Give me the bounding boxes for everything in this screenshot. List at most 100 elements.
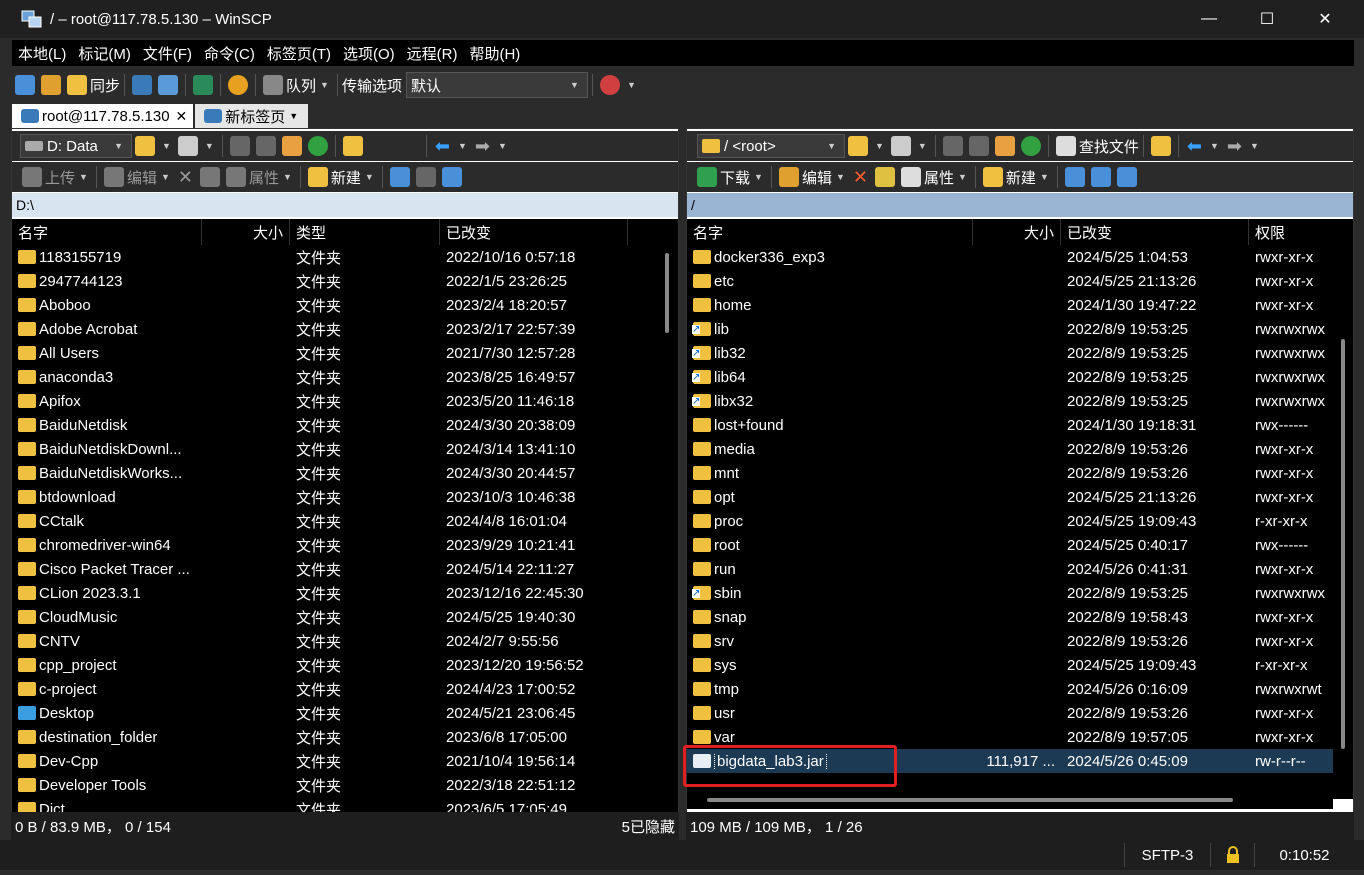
download-icon[interactable] (697, 167, 717, 187)
parent-dir-icon[interactable] (229, 136, 250, 156)
chevron-down-icon[interactable]: ▼ (161, 172, 170, 182)
sync-icon[interactable] (67, 75, 87, 95)
rename-icon[interactable] (199, 167, 220, 187)
list-item[interactable]: srv 2022/8/9 19:53:26 rwxr-xr-x (687, 629, 1333, 653)
col-type[interactable]: 类型 (290, 219, 440, 245)
root-dir-icon[interactable] (255, 136, 276, 156)
parent-dir-icon[interactable] (942, 136, 963, 156)
chevron-down-icon[interactable]: ▼ (958, 172, 967, 182)
home-icon[interactable] (994, 136, 1015, 156)
local-path-bar[interactable]: D:\ (12, 193, 678, 217)
list-item[interactable]: Desktop 文件夹 2024/5/21 23:06:45 (12, 701, 678, 725)
list-item[interactable]: tmp 2024/5/26 0:16:09 rwxrwxrwt (687, 677, 1333, 701)
chevron-down-icon[interactable]: ▼ (365, 172, 374, 182)
new-folder-icon[interactable] (307, 167, 328, 187)
filter-icon[interactable] (890, 136, 911, 156)
chevron-down-icon[interactable]: ▼ (498, 141, 507, 151)
terminal-icon[interactable] (132, 75, 153, 95)
list-item[interactable]: CNTV 文件夹 2024/2/7 9:55:56 (12, 629, 678, 653)
list-item[interactable]: chromedriver-win64 文件夹 2023/9/29 10:21:41 (12, 533, 678, 557)
chevron-down-icon[interactable]: ▼ (320, 80, 329, 90)
chevron-down-icon[interactable]: ▼ (289, 111, 298, 121)
chevron-down-icon[interactable]: ▼ (1210, 141, 1219, 151)
hscroll-thumb[interactable] (707, 798, 1233, 802)
close-button[interactable]: ✕ (1296, 0, 1354, 38)
chevron-down-icon[interactable]: ▼ (836, 172, 845, 182)
list-item[interactable]: CLion 2023.3.1 文件夹 2023/12/16 22:45:30 (12, 581, 678, 605)
download-button[interactable]: 下载 (720, 164, 750, 190)
edit-button[interactable]: 编辑 (127, 164, 157, 190)
forward-icon[interactable]: ➡ (1227, 136, 1242, 157)
putty-icon[interactable] (158, 75, 179, 95)
list-item[interactable]: sys 2024/5/25 19:09:43 r-xr-xr-x (687, 653, 1333, 677)
filter-icon[interactable] (177, 136, 198, 156)
sync-browse-icon[interactable] (41, 75, 61, 95)
col-rights[interactable]: 权限 (1249, 219, 1333, 245)
scroll-thumb[interactable] (665, 253, 669, 333)
chevron-down-icon[interactable]: ▼ (283, 172, 292, 182)
home-icon[interactable] (281, 136, 302, 156)
refresh-icon[interactable] (307, 136, 328, 156)
delete-icon[interactable]: ✕ (178, 167, 193, 188)
edit-button[interactable]: 编辑 (802, 164, 832, 190)
new-button[interactable]: 新建 (331, 164, 361, 190)
upload-button[interactable]: 上传 (45, 164, 75, 190)
scroll-thumb[interactable] (1341, 339, 1345, 749)
list-item[interactable]: etc 2024/5/25 21:13:26 rwxr-xr-x (687, 269, 1333, 293)
list-item[interactable]: run 2024/5/26 0:41:31 rwxr-xr-x (687, 557, 1333, 581)
list-item[interactable]: lib32 2022/8/9 19:53:25 rwxrwxrwx (687, 341, 1333, 365)
queue-button[interactable]: 队列 (286, 72, 316, 98)
menu-local[interactable]: 本地(L) (12, 43, 72, 64)
chevron-down-icon[interactable]: ▼ (1040, 172, 1049, 182)
chevron-down-icon[interactable]: ▼ (875, 141, 884, 151)
remote-path-bar[interactable]: / (687, 193, 1353, 217)
menu-tabs[interactable]: 标签页(T) (261, 43, 337, 64)
list-item[interactable]: destination_folder 文件夹 2023/6/8 17:05:00 (12, 725, 678, 749)
back-icon[interactable]: ⬅ (1187, 136, 1202, 157)
col-changed[interactable]: 已改变 (1061, 219, 1249, 245)
menu-command[interactable]: 命令(C) (198, 43, 261, 64)
transfer-settings-dropdown[interactable]: 默认 ▼ (405, 72, 588, 98)
new-button[interactable]: 新建 (1006, 164, 1036, 190)
list-item[interactable]: cpp_project 文件夹 2023/12/20 19:56:52 (12, 653, 678, 677)
menu-help[interactable]: 帮助(H) (463, 43, 526, 64)
remote-vscrollbar[interactable] (1333, 219, 1353, 799)
list-item[interactable]: proc 2024/5/25 19:09:43 r-xr-xr-x (687, 509, 1333, 533)
local-drive-dropdown[interactable]: D: Data ▼ (20, 134, 132, 158)
remote-hscrollbar[interactable] (687, 791, 1333, 809)
list-item[interactable]: opt 2024/5/25 21:13:26 rwxr-xr-x (687, 485, 1333, 509)
list-item[interactable]: anaconda3 文件夹 2023/8/25 16:49:57 (12, 365, 678, 389)
minimize-button[interactable]: — (1180, 0, 1238, 38)
list-item[interactable]: Adobe Acrobat 文件夹 2023/2/17 22:57:39 (12, 317, 678, 341)
upload-icon[interactable] (22, 167, 42, 187)
tab-session[interactable]: root@117.78.5.130 ✕ (12, 104, 194, 128)
list-item[interactable]: btdownload 文件夹 2023/10/3 10:46:38 (12, 485, 678, 509)
list-item[interactable]: lost+found 2024/1/30 19:18:31 rwx------ (687, 413, 1333, 437)
list-item[interactable]: BaiduNetdiskDownl... 文件夹 2024/3/14 13:41:1… (12, 437, 678, 461)
list-item[interactable]: home 2024/1/30 19:47:22 rwxr-xr-x (687, 293, 1333, 317)
delete-icon[interactable]: ✕ (853, 167, 868, 188)
list-item[interactable]: c-project 文件夹 2024/4/23 17:00:52 (12, 677, 678, 701)
unselect-icon[interactable] (415, 167, 436, 187)
open-folder-icon[interactable] (848, 136, 868, 156)
refresh-icon[interactable] (1020, 136, 1041, 156)
list-item[interactable]: BaiduNetdiskWorks... 文件夹 2024/3/30 20:44:5… (12, 461, 678, 485)
maximize-button[interactable]: ☐ (1238, 0, 1296, 38)
properties-button[interactable]: 属性 (924, 164, 954, 190)
edit-icon[interactable] (778, 167, 799, 187)
filter-select-icon[interactable] (1116, 167, 1137, 187)
edit-icon[interactable] (103, 167, 124, 187)
list-item[interactable]: libx32 2022/8/9 19:53:25 rwxrwxrwx (687, 389, 1333, 413)
find-files-button[interactable]: 查找文件 (1079, 133, 1139, 159)
close-tab-icon[interactable]: ✕ (176, 108, 188, 125)
col-name[interactable]: 名字 (12, 219, 202, 245)
back-icon[interactable]: ⬅ (435, 136, 450, 157)
gear-icon[interactable] (228, 75, 249, 95)
bookmarks-icon[interactable] (1150, 136, 1171, 156)
list-item[interactable]: CloudMusic 文件夹 2024/5/25 19:40:30 (12, 605, 678, 629)
list-item[interactable]: Aboboo 文件夹 2023/2/4 18:20:57 (12, 293, 678, 317)
col-changed[interactable]: 已改变 (440, 219, 628, 245)
list-item[interactable]: Apifox 文件夹 2023/5/20 11:46:18 (12, 389, 678, 413)
chevron-down-icon[interactable]: ▼ (918, 141, 927, 151)
chevron-down-icon[interactable]: ▼ (162, 141, 171, 151)
